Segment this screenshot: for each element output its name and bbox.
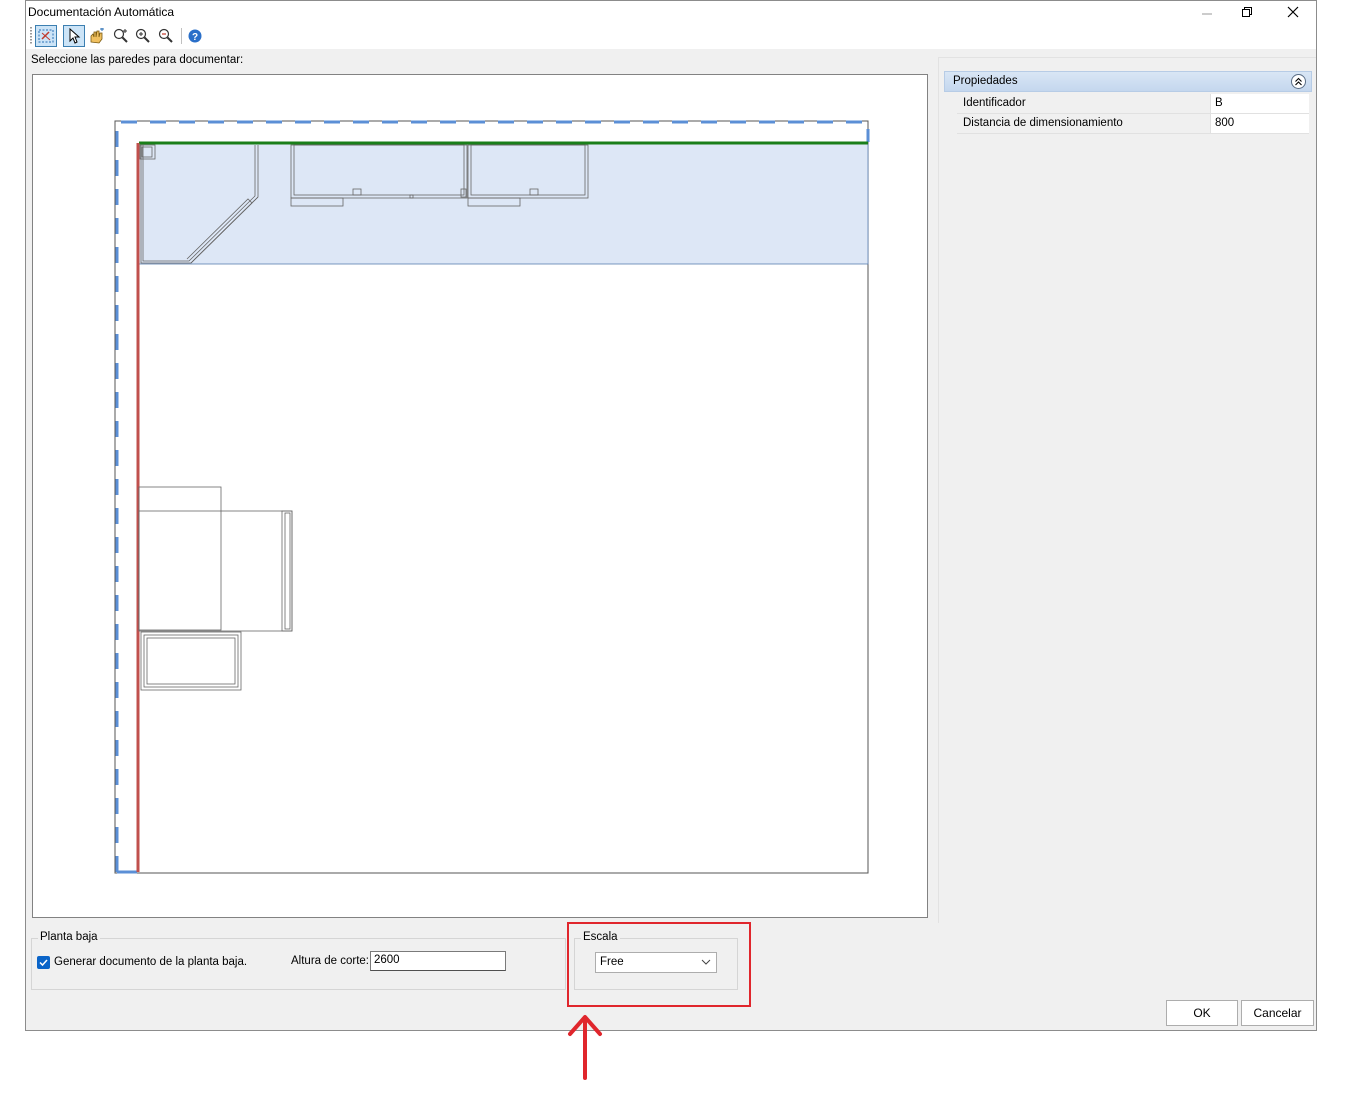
checkmark-icon xyxy=(39,959,48,967)
collapse-button[interactable] xyxy=(1291,74,1306,89)
floor-plan xyxy=(114,120,870,874)
ground-floor-group-label: Planta baja xyxy=(38,931,100,943)
select-walls-button[interactable] xyxy=(35,25,57,47)
zoom-out-icon xyxy=(158,28,173,43)
zoom-out-button[interactable] xyxy=(155,25,177,47)
close-button[interactable] xyxy=(1270,1,1316,23)
pointer-icon xyxy=(69,28,81,44)
cancel-button[interactable]: Cancelar xyxy=(1241,1000,1314,1026)
select-walls-icon xyxy=(38,29,54,43)
property-value[interactable]: 800 xyxy=(1210,114,1309,133)
pan-button[interactable] xyxy=(86,25,108,47)
cut-height-label: Altura de corte: xyxy=(291,955,369,967)
pointer-button[interactable] xyxy=(63,25,85,47)
restore-button[interactable] xyxy=(1224,1,1270,23)
zoom-extents-button[interactable] xyxy=(110,25,132,47)
properties-title: Propiedades xyxy=(953,75,1018,87)
drawing-canvas[interactable] xyxy=(32,74,928,918)
property-name: Distancia de dimensionamiento xyxy=(957,114,1210,133)
toolbar-grip xyxy=(30,27,32,45)
selected-area xyxy=(138,143,869,265)
minimize-icon xyxy=(1202,13,1212,15)
scale-highlight-box xyxy=(567,922,751,1007)
generate-ground-floor-label[interactable]: Generar documento de la planta baja. xyxy=(54,956,247,968)
cut-height-input[interactable]: 2600 xyxy=(370,951,506,971)
toolbar: ? xyxy=(26,23,1316,49)
help-button[interactable]: ? xyxy=(184,25,206,47)
help-icon: ? xyxy=(188,29,202,43)
generate-ground-floor-checkbox[interactable] xyxy=(37,956,50,969)
property-name: Identificador xyxy=(957,94,1210,113)
toolbar-separator xyxy=(181,28,182,44)
svg-text:?: ? xyxy=(192,32,198,43)
chevron-up-double-icon xyxy=(1295,77,1302,86)
red-arrow-up-icon xyxy=(568,1015,602,1080)
properties-header[interactable]: Propiedades xyxy=(944,71,1312,92)
zoom-extents-icon xyxy=(113,28,128,43)
property-value[interactable]: B xyxy=(1210,94,1309,113)
selection-prompt: Seleccione las paredes para documentar: xyxy=(31,54,244,66)
zoom-in-icon xyxy=(135,28,150,43)
properties-panel: Propiedades Identificador B Distancia de… xyxy=(938,57,1316,923)
ok-button[interactable]: OK xyxy=(1166,1000,1238,1026)
close-icon xyxy=(1287,6,1299,18)
window-title: Documentación Automática xyxy=(28,5,175,19)
zoom-in-button[interactable] xyxy=(132,25,154,47)
pan-hand-icon xyxy=(90,28,104,44)
property-row-identifier[interactable]: Identificador B xyxy=(957,94,1309,114)
ground-floor-group: Planta baja Generar documento de la plan… xyxy=(31,931,566,990)
restore-icon xyxy=(1242,7,1252,17)
dialog-window: Documentación Automática ? Seleccione la… xyxy=(25,0,1317,1031)
property-row-dimension-distance[interactable]: Distancia de dimensionamiento 800 xyxy=(957,114,1309,134)
title-bar: Documentación Automática xyxy=(26,1,1316,23)
